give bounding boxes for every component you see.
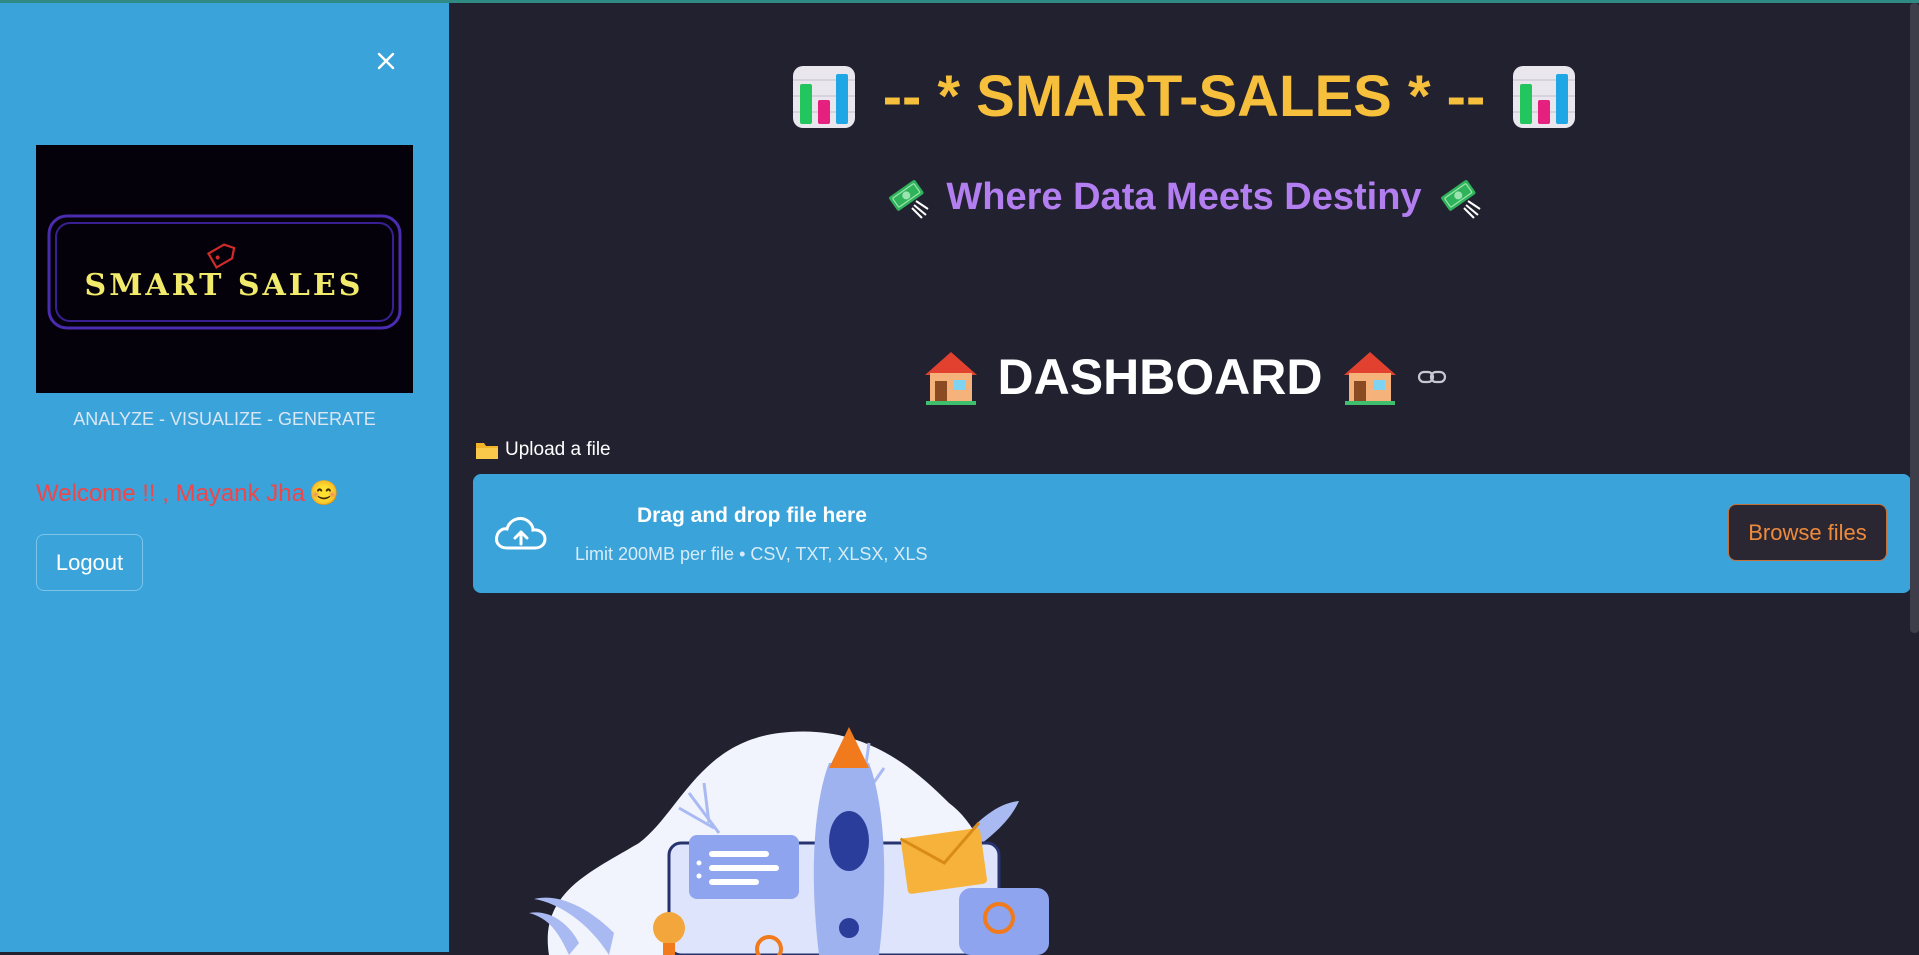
folder-icon xyxy=(476,443,498,459)
dashboard-title: DASHBOARD xyxy=(997,349,1323,405)
subtitle: Where Data Meets Destiny xyxy=(449,175,1919,219)
svg-text:SMART SALES: SMART SALES xyxy=(85,268,364,303)
tagline: ANALYZE - VISUALIZE - GENERATE xyxy=(73,409,376,429)
logo: SMART SALES xyxy=(36,145,413,393)
logout-button[interactable]: Logout xyxy=(36,534,143,591)
subtitle-text: Where Data Meets Destiny xyxy=(946,175,1422,218)
main-content: -- * SMART-SALES * -- Where Data Meets D… xyxy=(449,3,1919,955)
upload-label-text: Upload a file xyxy=(505,439,611,460)
sidebar: SMART SALES ANALYZE - VISUALIZE - GENERA… xyxy=(0,3,449,952)
flying-money-icon xyxy=(1440,180,1481,219)
title-text: -- * SMART-SALES * -- xyxy=(882,64,1486,129)
welcome-message: Welcome !! , Mayank Jha 😊 xyxy=(36,479,339,508)
link-icon[interactable] xyxy=(1417,367,1447,387)
cloud-upload-icon xyxy=(495,517,547,550)
close-sidebar-button[interactable] xyxy=(370,45,402,77)
rocket-illustration xyxy=(529,727,1049,955)
upload-label: Upload a file xyxy=(475,439,611,461)
bar-chart-icon xyxy=(792,65,855,128)
browse-files-button[interactable]: Browse files xyxy=(1728,504,1887,561)
flying-money-icon xyxy=(889,180,929,219)
dropzone-limit-text: Limit 200MB per file • CSV, TXT, XLSX, X… xyxy=(575,544,928,564)
page-title: -- * SMART-SALES * -- xyxy=(449,63,1919,130)
bar-chart-icon xyxy=(1513,65,1576,128)
scrollbar[interactable] xyxy=(1910,3,1919,633)
house-icon xyxy=(1343,352,1396,405)
dashboard-heading: DASHBOARD xyxy=(449,348,1919,406)
dropzone-title: Drag and drop file here xyxy=(637,504,867,527)
smiley-icon: 😊 xyxy=(309,480,339,507)
close-icon xyxy=(377,52,395,70)
file-dropzone[interactable]: Drag and drop file here Limit 200MB per … xyxy=(473,474,1911,593)
house-icon xyxy=(924,352,977,405)
welcome-text: Welcome !! , Mayank Jha xyxy=(36,479,305,507)
